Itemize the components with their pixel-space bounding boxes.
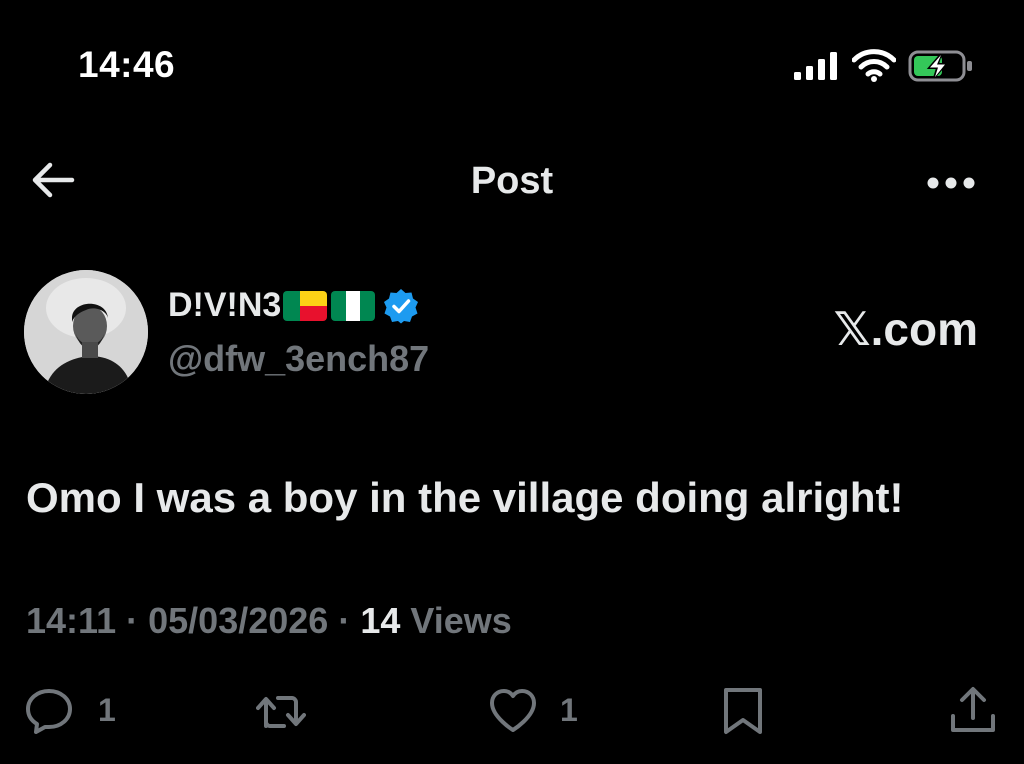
more-icon[interactable] (926, 176, 976, 190)
post-text: Omo I was a boy in the village doing alr… (26, 474, 904, 521)
post-date[interactable]: 05/03/2026 (148, 600, 328, 641)
author-display-name[interactable]: D!V!N3 (168, 286, 281, 325)
bookmark-icon[interactable] (718, 686, 768, 736)
avatar-photo (24, 270, 148, 394)
like-count: 1 (560, 692, 578, 728)
views-label[interactable]: Views (410, 600, 511, 641)
benin-flag-icon (283, 290, 328, 321)
reply-count: 1 (98, 692, 116, 728)
status-time: 14:46 (78, 44, 176, 85)
like-icon[interactable] (488, 686, 538, 736)
wifi-icon (852, 49, 896, 82)
post-meta: 14:11 · 05/03/2026 · 14 Views (26, 600, 512, 642)
reply-icon[interactable] (24, 686, 74, 736)
brand-watermark: 𝕏.com (833, 303, 978, 355)
signal-icon (794, 52, 837, 80)
repost-icon[interactable] (256, 686, 306, 736)
author-display-name-row[interactable]: D!V!N3 (168, 286, 419, 325)
author-handle[interactable]: @dfw_3ench87 (168, 338, 429, 380)
avatar[interactable] (24, 270, 148, 394)
meta-separator: · (126, 600, 139, 641)
meta-separator: · (338, 600, 351, 641)
views-count[interactable]: 14 (360, 600, 400, 641)
battery-icon (908, 50, 972, 82)
verified-icon (384, 288, 419, 323)
nigeria-flag-icon (331, 290, 376, 321)
share-icon[interactable] (948, 686, 998, 736)
post-time[interactable]: 14:11 (26, 600, 116, 641)
page-title: Post (470, 160, 554, 202)
